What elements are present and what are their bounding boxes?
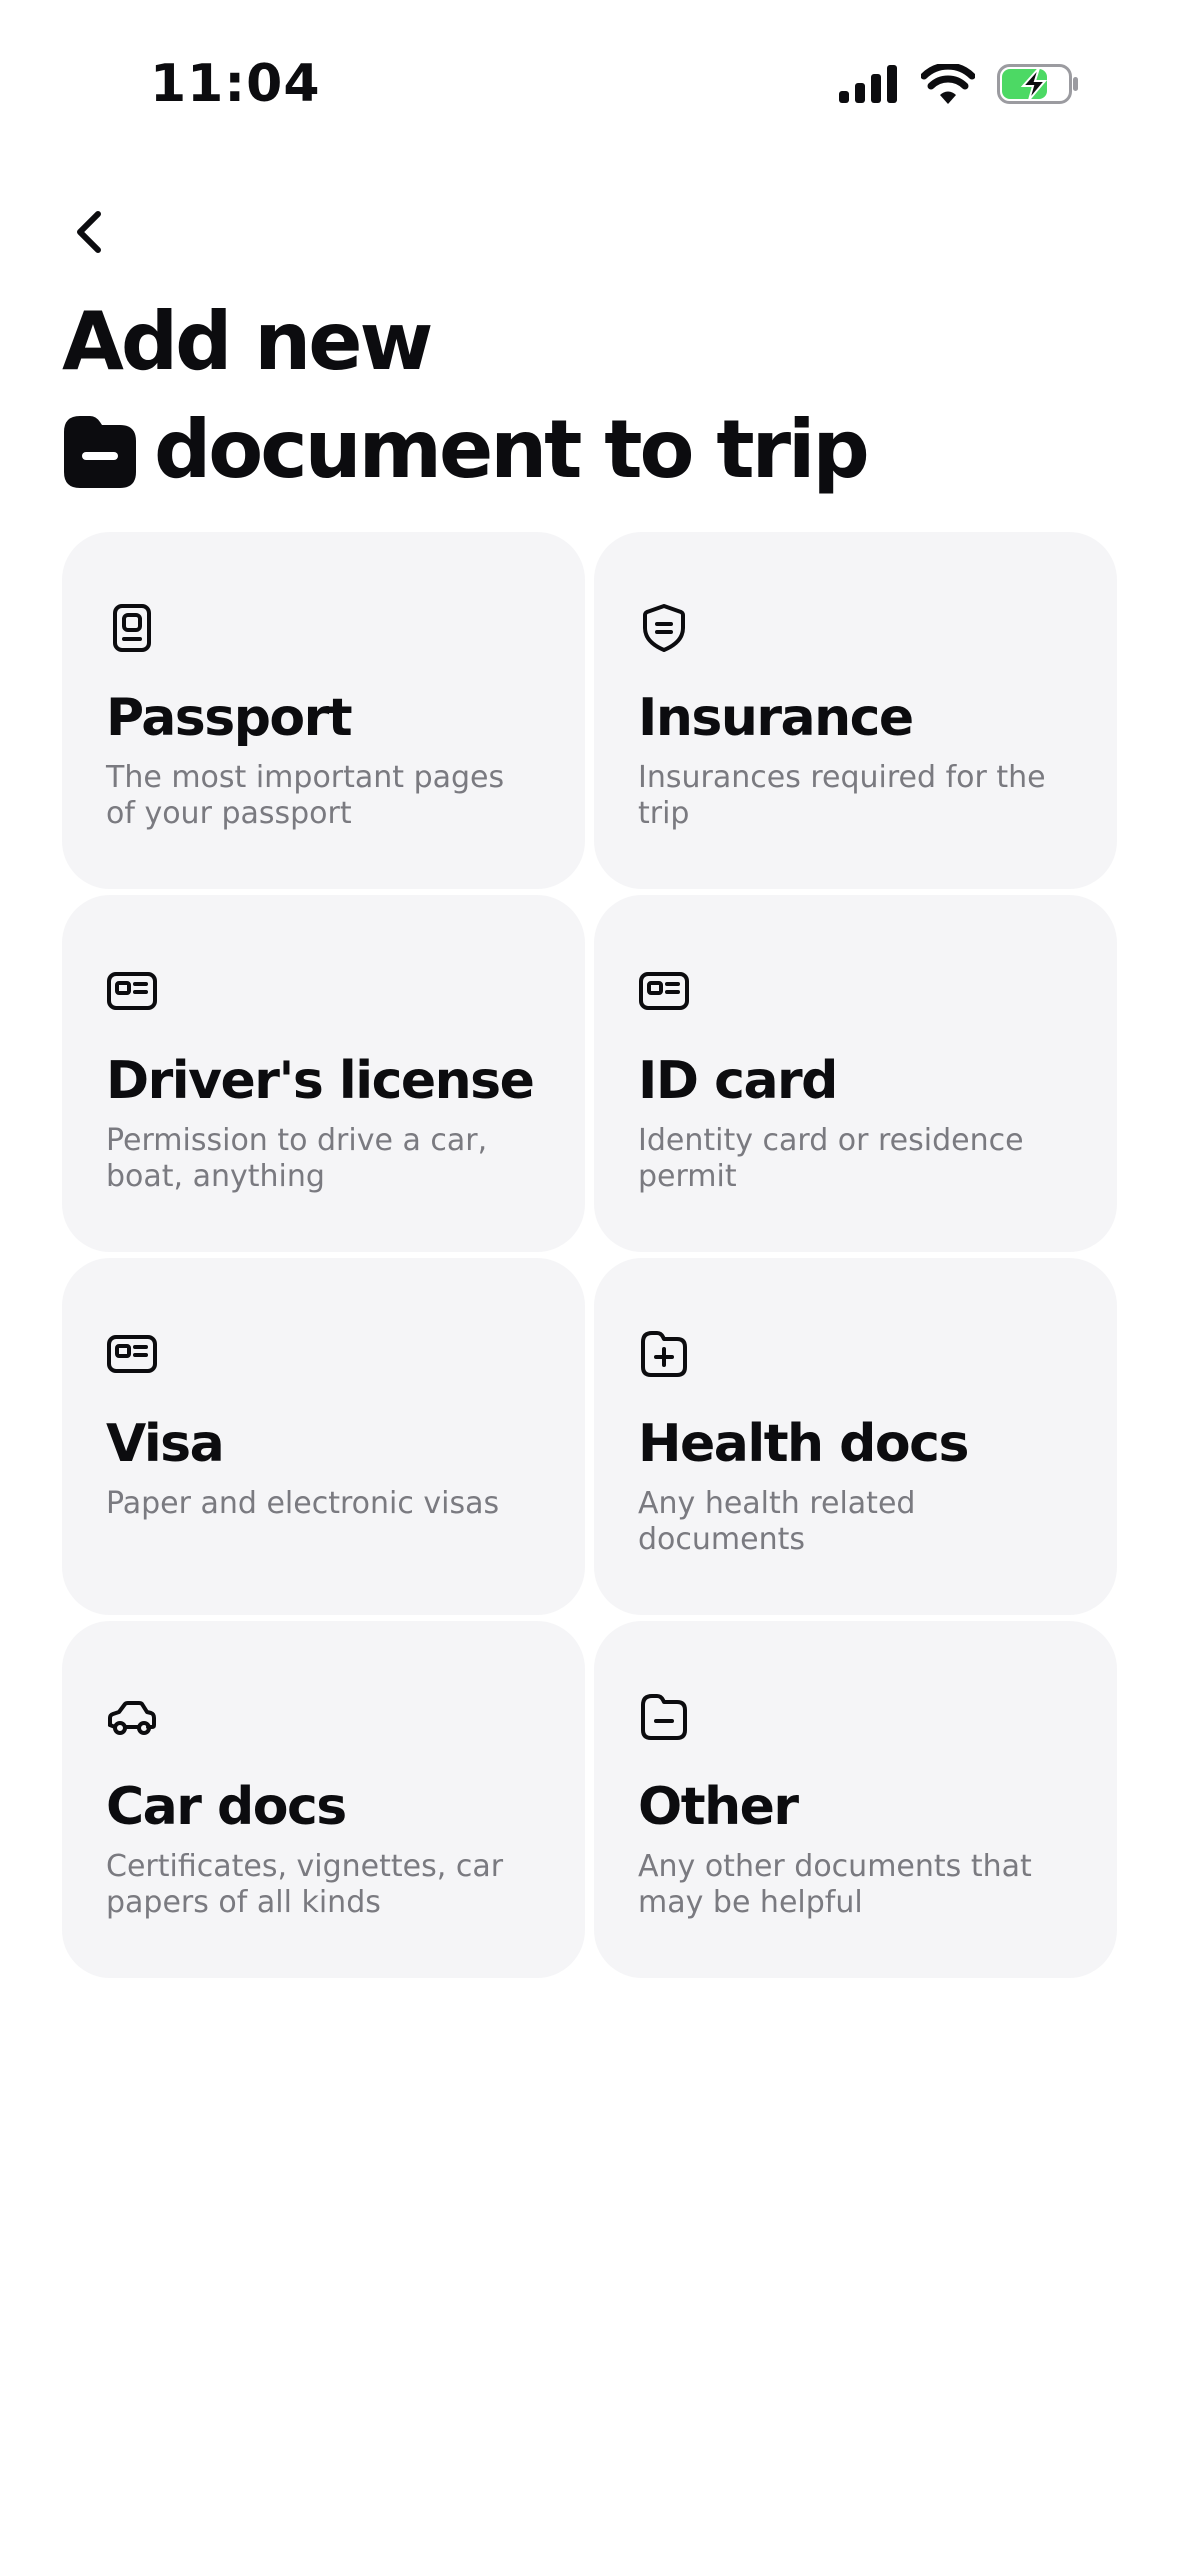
card-insurance[interactable]: Insurance Insurances required for the tr… — [594, 532, 1117, 889]
card-description: Any other documents that may be helpful — [638, 1849, 1032, 1920]
card-health-docs[interactable]: Health docs Any health related documents — [594, 1258, 1117, 1615]
car-icon — [108, 1701, 156, 1735]
card-title: Driver's license — [106, 1051, 535, 1111]
card-description: Identity card or residence permit — [638, 1123, 1024, 1194]
page-title-line2: document to trip — [154, 403, 870, 496]
card-description: Permission to drive a car, boat, anythin… — [106, 1123, 488, 1194]
folder-icon — [62, 414, 138, 490]
card-title: Other — [638, 1777, 799, 1837]
card-passport[interactable]: Passport The most important pages of you… — [62, 532, 585, 889]
page-title-line1: Add new — [62, 295, 433, 388]
status-icons — [839, 64, 1079, 104]
shield-icon — [643, 604, 685, 652]
battery-charging-icon — [997, 64, 1078, 104]
back-button[interactable] — [58, 200, 122, 264]
passport-icon — [113, 604, 151, 652]
card-car-docs[interactable]: Car docs Certificates, vignettes, car pa… — [62, 1621, 585, 1978]
page-title-line2-row: document to trip — [62, 396, 1122, 504]
card-title: Passport — [106, 688, 353, 748]
card-description: Paper and electronic visas — [106, 1486, 500, 1521]
card-id-card[interactable]: ID card Identity card or residence permi… — [594, 895, 1117, 1252]
card-title: Health docs — [638, 1414, 969, 1474]
id-card-icon — [107, 972, 157, 1010]
status-time: 11:04 — [150, 54, 321, 114]
card-title: Car docs — [106, 1777, 347, 1837]
id-card-icon — [639, 972, 689, 1010]
card-description: The most important pages of your passpor… — [106, 760, 505, 831]
folder-plus-icon — [641, 1331, 687, 1377]
card-title: Insurance — [638, 688, 914, 748]
folder-minus-icon — [641, 1694, 687, 1740]
card-title: ID card — [638, 1051, 838, 1111]
wifi-icon — [921, 64, 975, 104]
status-bar: 11:04 — [0, 0, 1179, 150]
chevron-left-icon — [77, 211, 101, 253]
id-card-icon — [107, 1335, 157, 1373]
document-type-grid: Passport The most important pages of you… — [62, 532, 1117, 1978]
card-description: Insurances required for the trip — [638, 760, 1046, 831]
card-other[interactable]: Other Any other documents that may be he… — [594, 1621, 1117, 1978]
card-description: Certificates, vignettes, car papers of a… — [106, 1849, 504, 1920]
card-title: Visa — [106, 1414, 225, 1474]
page-title: Add new document to trip — [62, 288, 1122, 504]
cellular-signal-icon — [839, 65, 897, 103]
card-drivers-license[interactable]: Driver's license Permission to drive a c… — [62, 895, 585, 1252]
card-visa[interactable]: Visa Paper and electronic visas — [62, 1258, 585, 1615]
card-description: Any health related documents — [638, 1486, 916, 1557]
